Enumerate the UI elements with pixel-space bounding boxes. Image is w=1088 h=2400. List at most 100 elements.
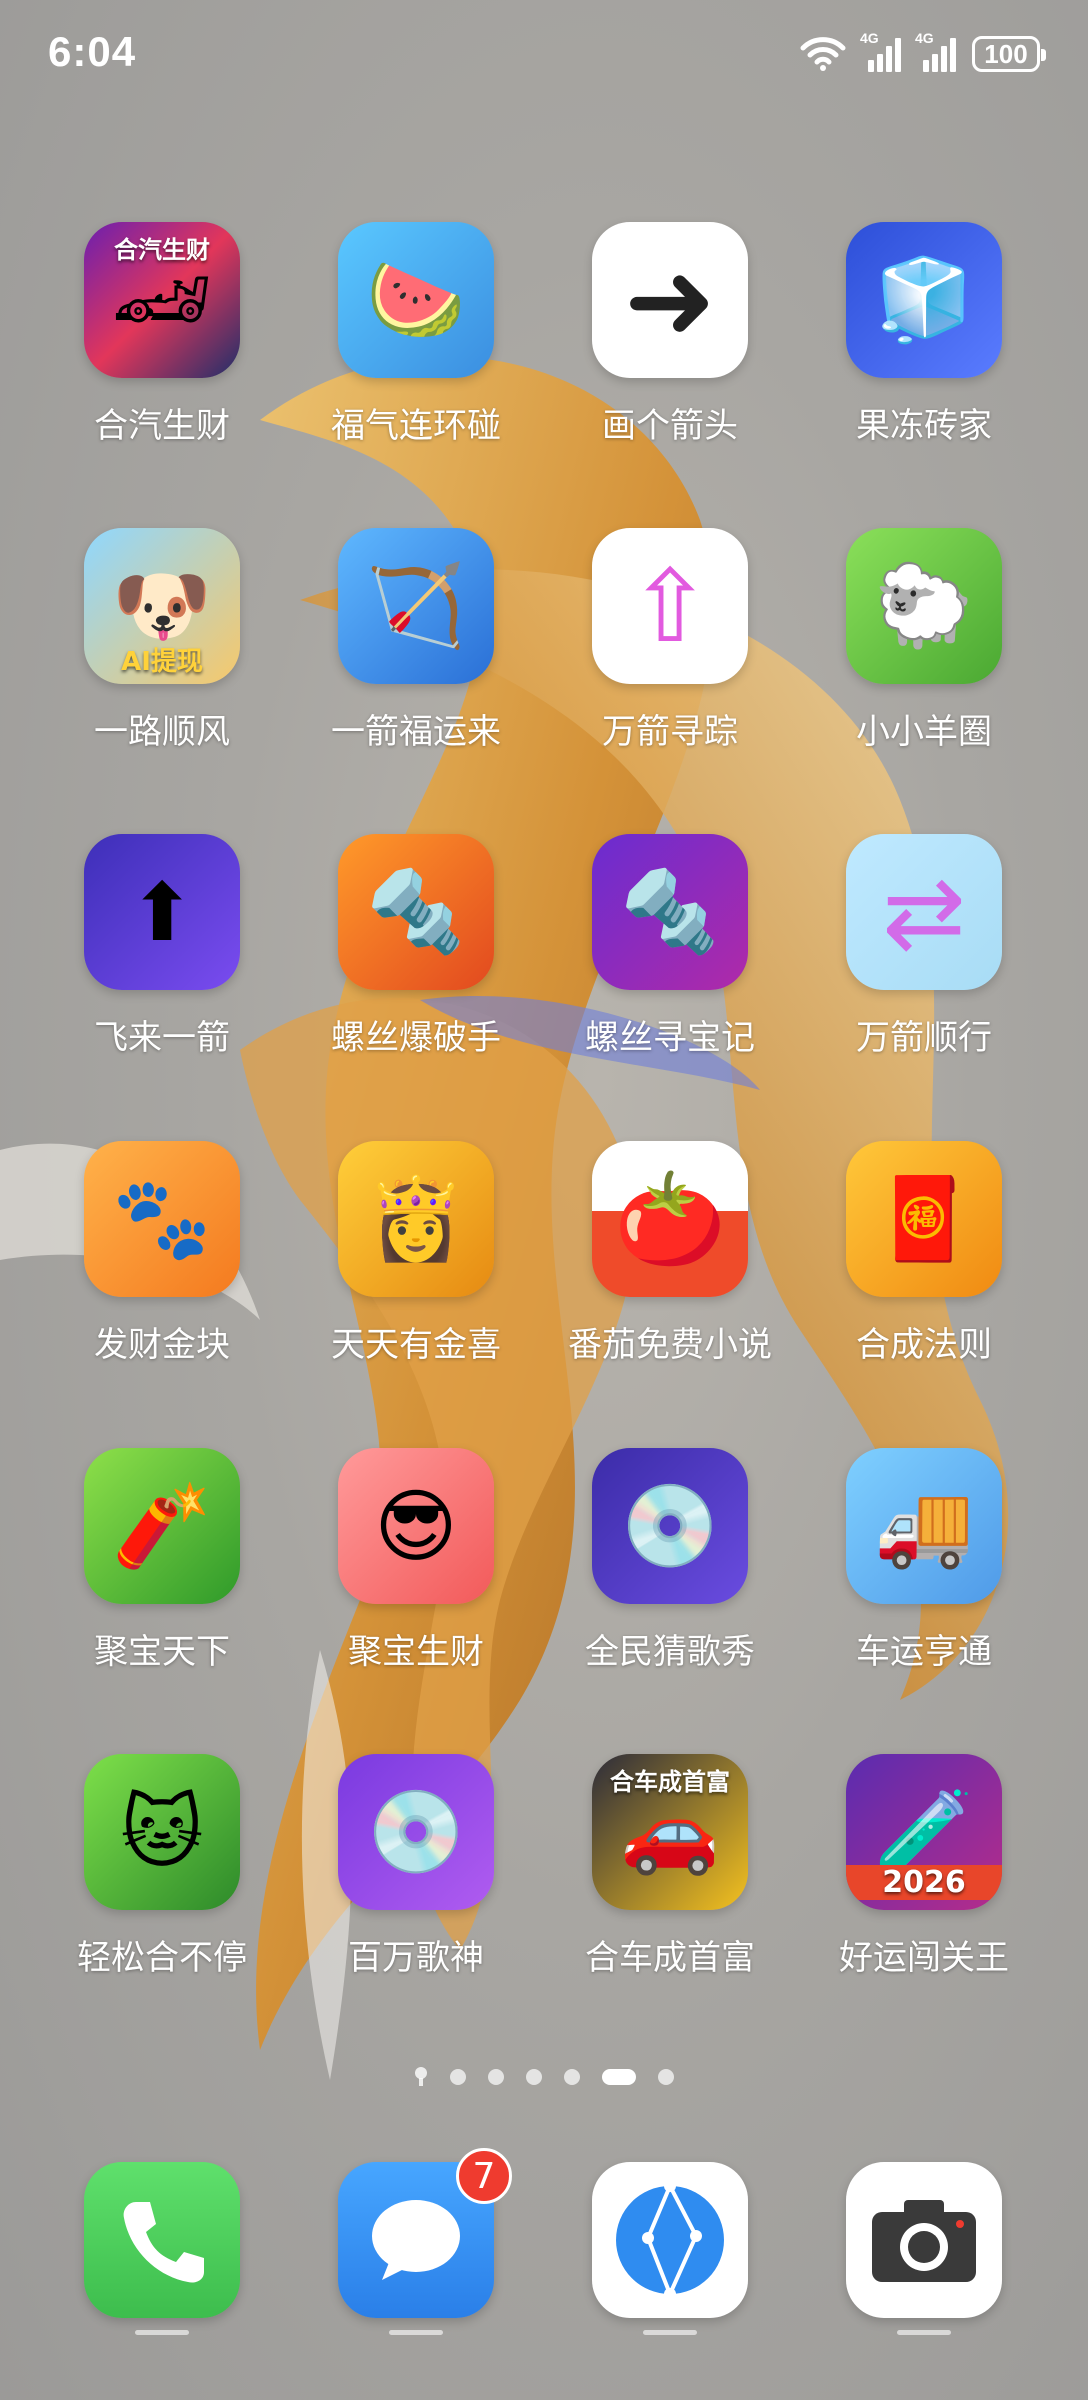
cool-god-icon-glyph: 😎 (374, 1479, 458, 1573)
icon-caption: 2026 (846, 1865, 1002, 1900)
browser-app[interactable] (560, 2162, 780, 2318)
watermelon-icon-glyph: 🍉 (366, 253, 466, 346)
lady-gold-icon-glyph: 👸 (366, 1172, 466, 1265)
app-label: 万箭顺行 (856, 1018, 992, 1058)
messages-app[interactable]: 7 (306, 2148, 526, 2318)
app-22[interactable]: 💿 百万歌神 (306, 1754, 526, 1979)
arrow-ring-icon: 🏹 (338, 528, 494, 684)
app-label: 螺丝爆破手 (331, 1018, 501, 1058)
yellow-arrow-icon: ⬆ (84, 834, 240, 990)
app-17[interactable]: 🧨 聚宝天下 (52, 1448, 272, 1673)
app-2[interactable]: 🍉 福气连环碰 (306, 222, 526, 447)
app-label: 车运亨通 (856, 1632, 992, 1672)
app-3[interactable]: ➜ 画个箭头 (560, 222, 780, 447)
app-15[interactable]: 🍅 番茄免费小说 (560, 1141, 780, 1366)
app-label: 聚宝生财 (348, 1632, 484, 1672)
arrow-maze-icon-glyph: ➜ (623, 236, 717, 364)
screw-blast-icon: 🔩 (338, 834, 494, 990)
vinyl-music-icon: 💿 (592, 1448, 748, 1604)
app-23[interactable]: 🚗 合车成首富 合车成首富 (560, 1754, 780, 1979)
colorful-arrows-icon: ⇧ (592, 528, 748, 684)
app-16[interactable]: 🧧 合成法则 (814, 1141, 1034, 1366)
app-label: 天天有金喜 (331, 1325, 501, 1365)
app-label: 飞来一箭 (94, 1018, 230, 1058)
jelly-cube-icon-glyph: 🧊 (874, 253, 974, 346)
app-label: 一箭福运来 (331, 712, 501, 752)
app-label: 螺丝寻宝记 (585, 1018, 755, 1058)
app-label: 福气连环碰 (331, 406, 501, 446)
fortune-man-icon: 🧨 (84, 1448, 240, 1604)
purple-vinyl-icon: 💿 (338, 1754, 494, 1910)
app-6[interactable]: 🏹 一箭福运来 (306, 528, 526, 753)
app-label: 合汽生财 (94, 406, 230, 446)
camera-app[interactable] (814, 2162, 1034, 2318)
yellow-truck-icon-glyph: 🚚 (874, 1479, 974, 1572)
app-18[interactable]: 😎 聚宝生财 (306, 1448, 526, 1673)
app-label: 全民猜歌秀 (585, 1632, 755, 1672)
app-8[interactable]: 🐑 小小羊圈 (814, 528, 1034, 753)
app-13[interactable]: 🐾 发财金块 (52, 1141, 272, 1366)
dock-indicator (643, 2330, 697, 2335)
app-11[interactable]: 🔩 螺丝寻宝记 (560, 834, 780, 1059)
arrow-grid-icon: ⇄ (846, 834, 1002, 990)
fortune-god-icon: 🧧 (846, 1141, 1002, 1297)
icon-caption: 合车成首富 (610, 1768, 730, 1796)
tomato-book-icon: 🍅 (592, 1141, 748, 1297)
app-4[interactable]: 🧊 果冻砖家 (814, 222, 1034, 447)
purple-vinyl-icon-glyph: 💿 (366, 1785, 466, 1878)
watermelon-icon: 🍉 (338, 222, 494, 378)
sports-car-icon: 🚗 合车成首富 (592, 1754, 748, 1910)
app-24[interactable]: 🧪 2026 好运闯关王 (814, 1754, 1034, 1979)
page-indicator[interactable] (0, 2062, 1088, 2092)
page-dot[interactable] (488, 2069, 504, 2085)
battery-icon: 100 (972, 36, 1046, 72)
app-label: 果冻砖家 (856, 406, 992, 446)
page-dot[interactable] (658, 2069, 674, 2085)
unread-badge: 7 (456, 2148, 512, 2204)
screw-blast-icon-glyph: 🔩 (366, 865, 466, 958)
app-20[interactable]: 🚚 车运亨通 (814, 1448, 1034, 1673)
dock-indicator (897, 2330, 951, 2335)
cat-god-icon: 🐱 (84, 1754, 240, 1910)
app-label: 画个箭头 (602, 406, 738, 446)
clock: 6:04 (48, 28, 137, 75)
paw-block-icon: 🐾 (84, 1141, 240, 1297)
icon-caption: AI提现 (121, 647, 203, 677)
page-dot-active[interactable] (602, 2069, 636, 2085)
page-dot[interactable] (450, 2069, 466, 2085)
dock-indicator (389, 2330, 443, 2335)
paw-block-icon-glyph: 🐾 (112, 1172, 212, 1265)
app-label: 百万歌神 (348, 1938, 484, 1978)
app-5[interactable]: 🐶 AI提现 一路顺风 (52, 528, 272, 753)
app-label: 好运闯关王 (839, 1938, 1009, 1978)
app-14[interactable]: 👸 天天有金喜 (306, 1141, 526, 1366)
app-21[interactable]: 🐱 轻松合不停 (52, 1754, 272, 1979)
app-label: 番茄免费小说 (568, 1325, 772, 1365)
app-12[interactable]: ⇄ 万箭顺行 (814, 834, 1034, 1059)
app-10[interactable]: 🔩 螺丝爆破手 (306, 834, 526, 1059)
browser-icon (592, 2162, 748, 2318)
animals-car-icon: 🐶 AI提现 (84, 528, 240, 684)
arrow-grid-icon-glyph: ⇄ (882, 853, 966, 971)
sheep-icon: 🐑 (846, 528, 1002, 684)
signal-icon: 4G (860, 30, 901, 72)
app-label: 合车成首富 (585, 1938, 755, 1978)
app-19[interactable]: 💿 全民猜歌秀 (560, 1448, 780, 1673)
car-racing-icon: 🏎 合汽生财 (84, 222, 240, 378)
search-page-indicator[interactable] (414, 2067, 428, 2087)
fortune-god-icon-glyph: 🧧 (874, 1172, 974, 1265)
arrow-maze-icon: ➜ (592, 222, 748, 378)
page-dot[interactable] (526, 2069, 542, 2085)
yellow-arrow-icon-glyph: ⬆ (128, 865, 196, 959)
battery-level: 100 (984, 38, 1028, 69)
phone-app[interactable] (52, 2162, 272, 2318)
wifi-icon (800, 37, 846, 71)
app-1[interactable]: 🏎 合汽生财合汽生财 (52, 222, 272, 447)
signal-icon: 4G (915, 30, 956, 72)
app-9[interactable]: ⬆ 飞来一箭 (52, 834, 272, 1059)
tomato-book-icon-glyph: 🍅 (613, 1166, 727, 1272)
page-dot[interactable] (564, 2069, 580, 2085)
screw-treasure-icon: 🔩 (592, 834, 748, 990)
app-7[interactable]: ⇧ 万箭寻踪 (560, 528, 780, 753)
cat-god-icon-glyph: 🐱 (120, 1785, 204, 1879)
